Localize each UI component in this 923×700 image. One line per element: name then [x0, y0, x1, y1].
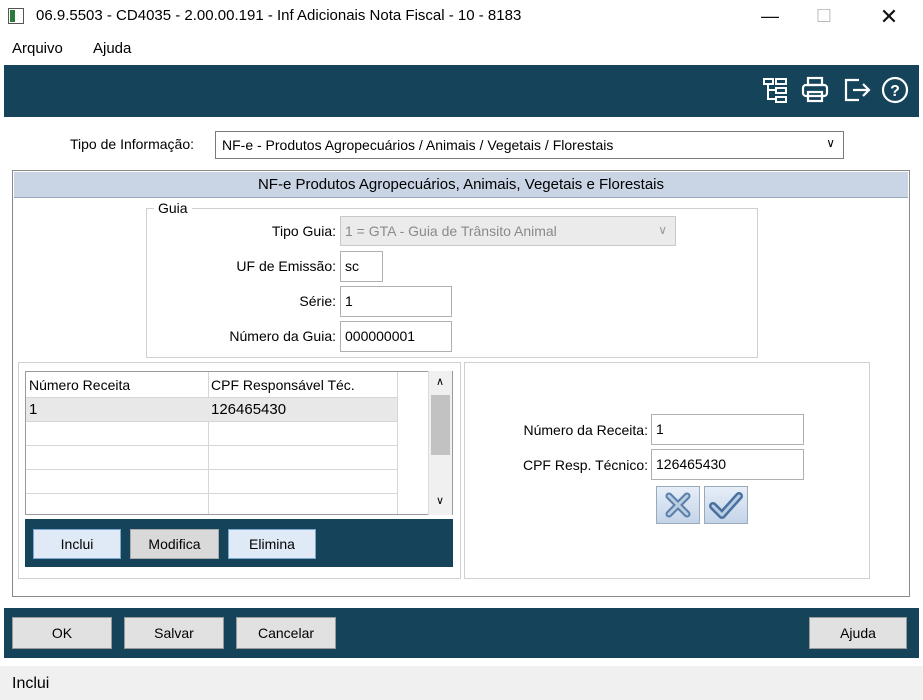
status-bar: Inclui — [0, 666, 923, 700]
confirm-button[interactable] — [704, 486, 748, 524]
cpf-resp-tecnico-field[interactable]: 126465430 — [651, 449, 804, 480]
chevron-down-icon: ∨ — [826, 136, 835, 150]
cpf-resp-tecnico-label: CPF Resp. Técnico: — [522, 457, 648, 473]
tipo-guia-value: 1 = GTA - Guia de Trânsito Animal — [345, 223, 557, 239]
minimize-button[interactable]: — — [747, 0, 793, 33]
cancel-button[interactable] — [656, 486, 700, 524]
exit-icon[interactable] — [842, 75, 872, 105]
menu-arquivo[interactable]: Arquivo — [12, 40, 63, 57]
serie-label: Série: — [299, 293, 336, 309]
grid-scrollbar[interactable]: ∧ ∨ — [428, 371, 452, 515]
salvar-button[interactable]: Salvar — [124, 617, 224, 649]
numero-guia-field[interactable]: 000000001 — [340, 321, 452, 352]
elimina-button[interactable]: Elimina — [228, 529, 316, 559]
grid-cell[interactable]: 1 — [26, 398, 209, 422]
modifica-button[interactable]: Modifica — [130, 529, 219, 559]
ajuda-button[interactable]: Ajuda — [809, 617, 907, 649]
scroll-thumb[interactable] — [431, 395, 450, 455]
serie-field[interactable]: 1 — [340, 286, 452, 317]
close-button[interactable]: ✕ — [866, 0, 912, 33]
help-icon[interactable]: ? — [880, 75, 910, 105]
tipo-guia-label: Tipo Guia: — [271, 223, 336, 239]
scroll-down-icon[interactable]: ∨ — [429, 492, 451, 510]
print-icon[interactable] — [800, 75, 830, 105]
tipo-guia-select: 1 = GTA - Guia de Trânsito Animal ∨ — [340, 216, 676, 246]
bottom-button-bar: OK Salvar Cancelar Ajuda — [4, 608, 919, 658]
tipo-informacao-select[interactable]: NF-e - Produtos Agropecuários / Animais … — [215, 131, 844, 159]
menu-ajuda[interactable]: Ajuda — [93, 40, 131, 57]
tipo-informacao-value: NF-e - Produtos Agropecuários / Animais … — [222, 137, 614, 153]
grid-cell[interactable] — [208, 470, 398, 494]
numero-receita-field[interactable]: 1 — [651, 414, 804, 445]
receitas-grid: Número Receita CPF Responsável Téc. 1 12… — [25, 371, 453, 515]
section-title: NF-e Produtos Agropecuários, Animais, Ve… — [14, 172, 908, 198]
toolbar: ? — [4, 65, 919, 117]
menu-bar: Arquivo Ajuda — [0, 35, 923, 63]
status-text: Inclui — [12, 675, 50, 692]
tipo-informacao-label: Tipo de Informação: — [70, 136, 194, 152]
confirm-check-icon — [709, 492, 743, 519]
chevron-down-icon: ∨ — [658, 223, 667, 237]
grid-cell[interactable] — [26, 470, 209, 494]
app-icon — [8, 8, 24, 24]
maximize-button[interactable]: ☐ — [801, 0, 847, 33]
grid-cell[interactable] — [26, 494, 209, 514]
uf-emissao-field[interactable]: sc — [340, 251, 383, 282]
numero-guia-label: Número da Guia: — [229, 328, 336, 344]
uf-emissao-label: UF de Emissão: — [236, 258, 336, 274]
inclui-button[interactable]: Inclui — [33, 529, 121, 559]
grid-cell[interactable] — [208, 494, 398, 514]
ok-button[interactable]: OK — [12, 617, 112, 649]
grid-cell[interactable] — [208, 422, 398, 446]
hierarchy-icon[interactable] — [760, 75, 790, 105]
grid-header-numero-receita[interactable]: Número Receita — [26, 372, 209, 398]
grid-cell[interactable] — [26, 446, 209, 470]
grid-cell[interactable]: 126465430 — [208, 398, 398, 422]
title-bar: 06.9.5503 - CD4035 - 2.00.00.191 - Inf A… — [0, 0, 923, 33]
grid-header-cpf[interactable]: CPF Responsável Téc. — [208, 372, 398, 398]
numero-receita-label: Número da Receita: — [523, 422, 648, 438]
cancel-x-icon — [665, 492, 691, 518]
scroll-up-icon[interactable]: ∧ — [429, 373, 451, 391]
svg-text:?: ? — [890, 83, 900, 100]
cancelar-button[interactable]: Cancelar — [236, 617, 336, 649]
grid-cell[interactable] — [208, 446, 398, 470]
guia-legend: Guia — [154, 200, 192, 216]
grid-cell[interactable] — [26, 422, 209, 446]
window-title: 06.9.5503 - CD4035 - 2.00.00.191 - Inf A… — [36, 7, 522, 24]
grid-button-bar: Inclui Modifica Elimina — [25, 519, 453, 567]
